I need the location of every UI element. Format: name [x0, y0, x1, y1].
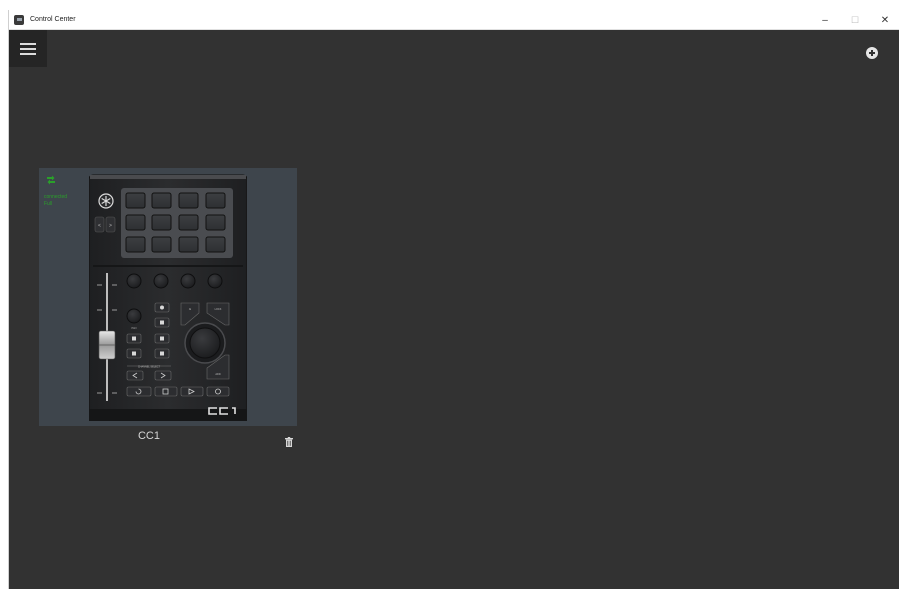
svg-text:ADD: ADD: [215, 373, 220, 376]
device-image: < > PAN CHANNEL SELECT AI LOCK ADD: [89, 174, 247, 421]
maximize-button[interactable]: ☐: [840, 10, 870, 30]
trash-icon[interactable]: [285, 437, 293, 447]
hamburger-menu-icon[interactable]: [9, 30, 47, 67]
status-connection: connected: [44, 194, 68, 200]
svg-text:LOCK: LOCK: [215, 308, 222, 311]
device-card[interactable]: connected Full < > PAN CHANNEL SELECT AI…: [39, 168, 297, 426]
link-arrows-icon: [47, 175, 55, 185]
close-button[interactable]: ✕: [870, 10, 899, 30]
add-circle-icon[interactable]: [866, 47, 878, 59]
status-mode: Full: [44, 201, 53, 207]
svg-text:>: >: [109, 223, 112, 229]
window-title: Control Center: [30, 16, 76, 23]
svg-text:AI: AI: [189, 308, 192, 311]
window-controls: – ☐ ✕: [810, 10, 899, 30]
device-status: connected Full: [44, 194, 74, 208]
device-name-label: CC1: [137, 430, 160, 442]
main-content: connected Full < > PAN CHANNEL SELECT AI…: [9, 30, 899, 589]
app-window: Control Center – ☐ ✕ connected Full < > …: [8, 10, 899, 589]
title-bar: Control Center – ☐ ✕: [9, 10, 899, 30]
svg-text:<: <: [98, 223, 101, 229]
svg-text:CHANNEL SELECT: CHANNEL SELECT: [138, 366, 161, 369]
app-logo-icon: [14, 14, 24, 25]
svg-text:PAN: PAN: [132, 327, 137, 330]
minimize-button[interactable]: –: [810, 10, 840, 30]
